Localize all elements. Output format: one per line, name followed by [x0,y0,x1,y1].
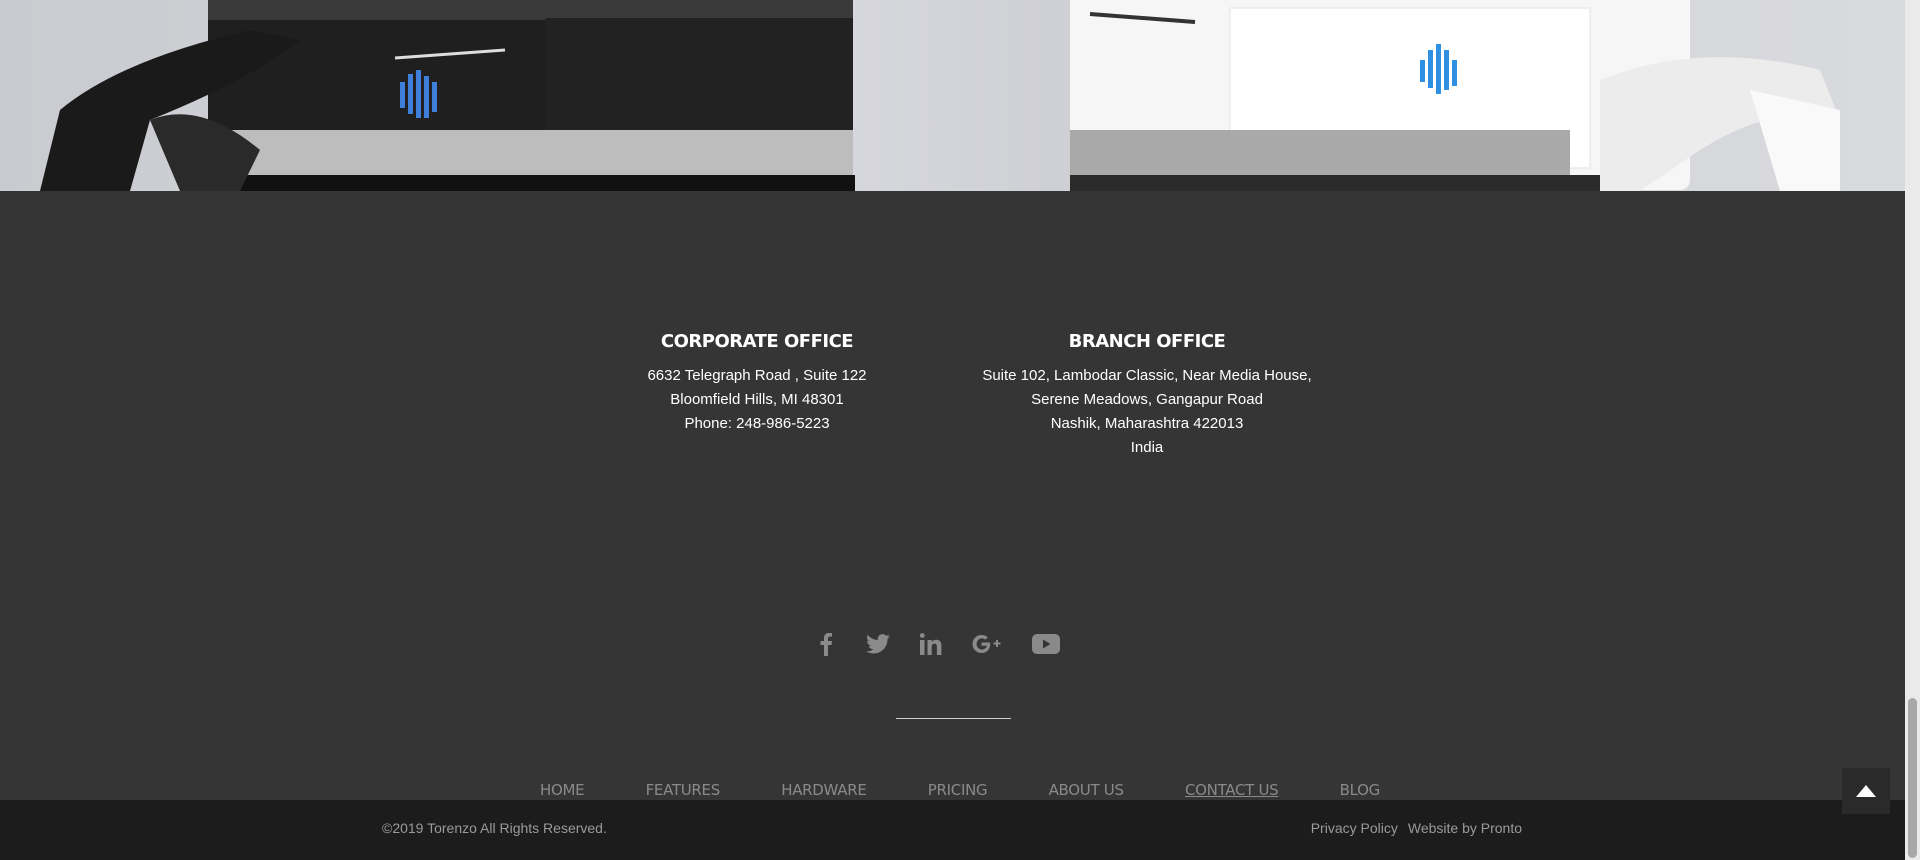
twitter-icon[interactable] [866,628,890,660]
back-to-top-button[interactable] [1842,768,1890,814]
footer-divider [896,718,1011,719]
hero-product-image [0,0,1905,191]
corporate-address-line-1: 6632 Telegraph Road , Suite 122 [647,367,867,384]
nav-contact-us[interactable]: CONTACT US [1185,781,1279,799]
youtube-icon[interactable] [1032,628,1060,660]
branch-office: BRANCH OFFICE Suite 102, Lambodar Classi… [942,331,1352,460]
privacy-policy-link[interactable]: Privacy Policy [1311,820,1398,836]
site-footer: CORPORATE OFFICE 6632 Telegraph Road , S… [0,191,1905,800]
bottom-bar: ©2019 Torenzo All Rights Reserved. Priva… [0,800,1905,860]
scrollbar-thumb[interactable] [1908,698,1917,858]
social-links [820,626,1080,662]
branch-address-line-3: Nashik, Maharashtra 422013 [1050,415,1244,432]
bottom-links: Privacy Policy Website by Pronto [1311,820,1522,836]
branch-address-line-4: India [1130,439,1164,456]
pos-terminals-illustration [40,0,1840,191]
footer-nav: HOME FEATURES HARDWARE PRICING ABOUT US … [540,779,1380,801]
branch-office-title: BRANCH OFFICE [1068,331,1226,352]
nav-about-us[interactable]: ABOUT US [1049,781,1124,799]
corporate-office: CORPORATE OFFICE 6632 Telegraph Road , S… [607,331,907,436]
google-plus-icon[interactable] [972,628,1002,660]
website-credit-link[interactable]: Website by Pronto [1408,820,1522,836]
facebook-icon[interactable] [820,628,832,660]
arrow-up-icon [1856,785,1876,797]
nav-pricing[interactable]: PRICING [928,781,988,799]
linkedin-icon[interactable] [920,628,942,660]
corporate-address-line-2: Bloomfield Hills, MI 48301 [670,391,844,408]
branch-address-line-2: Serene Meadows, Gangapur Road [1031,391,1263,408]
corporate-office-title: CORPORATE OFFICE [660,331,854,352]
nav-blog[interactable]: BLOG [1340,781,1381,799]
nav-hardware[interactable]: HARDWARE [781,781,867,799]
nav-features[interactable]: FEATURES [646,781,721,799]
corporate-phone: Phone: 248-986-5223 [684,415,830,432]
copyright-text: ©2019 Torenzo All Rights Reserved. [382,820,607,836]
branch-address-line-1: Suite 102, Lambodar Classic, Near Media … [982,367,1312,384]
nav-home[interactable]: HOME [540,781,585,799]
page-scrollbar[interactable] [1905,0,1920,860]
